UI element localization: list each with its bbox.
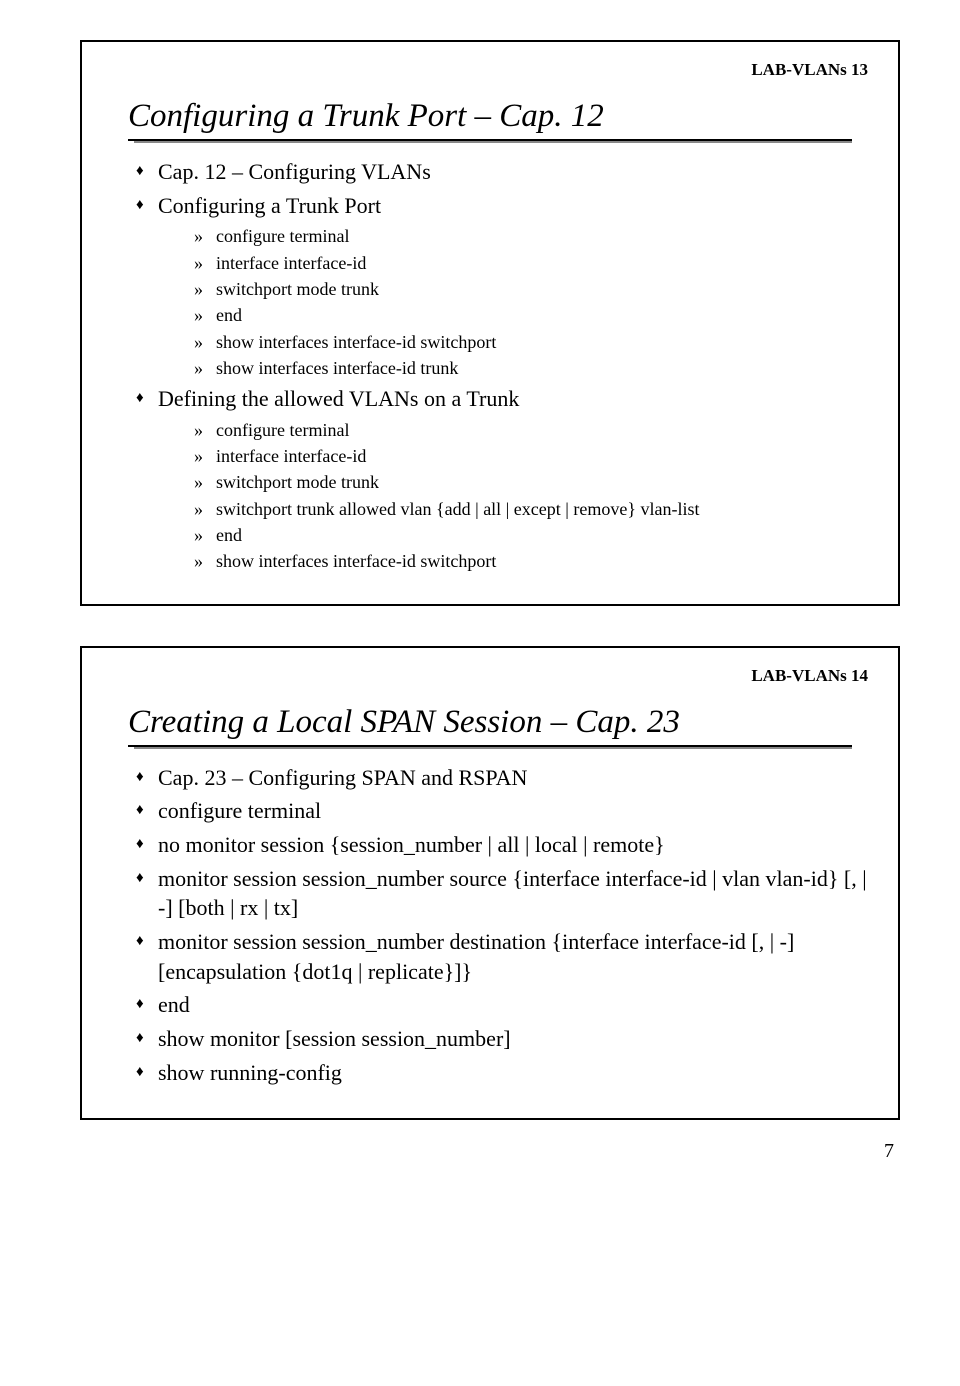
sub-item: interface interface-id xyxy=(194,251,868,275)
sub-text: configure terminal xyxy=(216,226,349,246)
sub-text: switchport mode trunk xyxy=(216,279,379,299)
sub-list: configure terminal interface interface-i… xyxy=(158,224,868,380)
list-item: configure terminal xyxy=(136,796,868,826)
sub-text: show interfaces interface-id switchport xyxy=(216,332,496,352)
sub-text: interface interface-id xyxy=(216,446,366,466)
list-text: monitor session session_number source {i… xyxy=(158,866,867,921)
list-text: show running-config xyxy=(158,1060,342,1085)
sub-text: end xyxy=(216,525,242,545)
list-text: Cap. 12 – Configuring VLANs xyxy=(158,159,431,184)
list-item: monitor session session_number destinati… xyxy=(136,927,868,986)
list-text: monitor session session_number destinati… xyxy=(158,929,794,984)
list-item: Cap. 12 – Configuring VLANs xyxy=(136,157,868,187)
sub-item: show interfaces interface-id switchport xyxy=(194,330,868,354)
sub-item: interface interface-id xyxy=(194,444,868,468)
list-item: Cap. 23 – Configuring SPAN and RSPAN xyxy=(136,763,868,793)
list-text: Defining the allowed VLANs on a Trunk xyxy=(158,386,519,411)
slide-list: Cap. 12 – Configuring VLANs Configuring … xyxy=(112,157,868,574)
title-rule xyxy=(128,139,852,143)
sub-text: show interfaces interface-id trunk xyxy=(216,358,458,378)
sub-item: show interfaces interface-id switchport xyxy=(194,549,868,573)
sub-text: interface interface-id xyxy=(216,253,366,273)
list-item: no monitor session {session_number | all… xyxy=(136,830,868,860)
slide-title: Creating a Local SPAN Session – Cap. 23 xyxy=(128,704,852,743)
list-text: no monitor session {session_number | all… xyxy=(158,832,665,857)
sub-item: configure terminal xyxy=(194,418,868,442)
sub-item: switchport mode trunk xyxy=(194,277,868,301)
list-item: Configuring a Trunk Port configure termi… xyxy=(136,191,868,380)
sub-text: show interfaces interface-id switchport xyxy=(216,551,496,571)
sub-item: switchport trunk allowed vlan {add | all… xyxy=(194,497,868,521)
list-text: end xyxy=(158,992,190,1017)
sub-item: switchport mode trunk xyxy=(194,470,868,494)
slide-title: Configuring a Trunk Port – Cap. 12 xyxy=(128,98,852,137)
sub-item: configure terminal xyxy=(194,224,868,248)
sub-item: end xyxy=(194,523,868,547)
sub-list: configure terminal interface interface-i… xyxy=(158,418,868,574)
title-rule xyxy=(128,745,852,749)
list-item: show running-config xyxy=(136,1058,868,1088)
sub-item: end xyxy=(194,303,868,327)
slide-code: LAB-VLANs 14 xyxy=(112,666,868,686)
slide-13: LAB-VLANs 13 Configuring a Trunk Port – … xyxy=(80,40,900,606)
list-text: configure terminal xyxy=(158,798,321,823)
slide-gap xyxy=(80,606,900,646)
sub-text: switchport trunk allowed vlan {add | all… xyxy=(216,499,699,519)
slide-14: LAB-VLANs 14 Creating a Local SPAN Sessi… xyxy=(80,646,900,1120)
list-text: Configuring a Trunk Port xyxy=(158,193,381,218)
sub-text: configure terminal xyxy=(216,420,349,440)
list-text: Cap. 23 – Configuring SPAN and RSPAN xyxy=(158,765,527,790)
page-number: 7 xyxy=(80,1140,900,1163)
list-item: end xyxy=(136,990,868,1020)
list-item: monitor session session_number source {i… xyxy=(136,864,868,923)
list-item: show monitor [session session_number] xyxy=(136,1024,868,1054)
list-item: Defining the allowed VLANs on a Trunk co… xyxy=(136,384,868,573)
list-text: show monitor [session session_number] xyxy=(158,1026,511,1051)
sub-text: end xyxy=(216,305,242,325)
slide-code: LAB-VLANs 13 xyxy=(112,60,868,80)
sub-item: show interfaces interface-id trunk xyxy=(194,356,868,380)
sub-text: switchport mode trunk xyxy=(216,472,379,492)
slide-list: Cap. 23 – Configuring SPAN and RSPAN con… xyxy=(112,763,868,1088)
page: LAB-VLANs 13 Configuring a Trunk Port – … xyxy=(0,0,960,1193)
